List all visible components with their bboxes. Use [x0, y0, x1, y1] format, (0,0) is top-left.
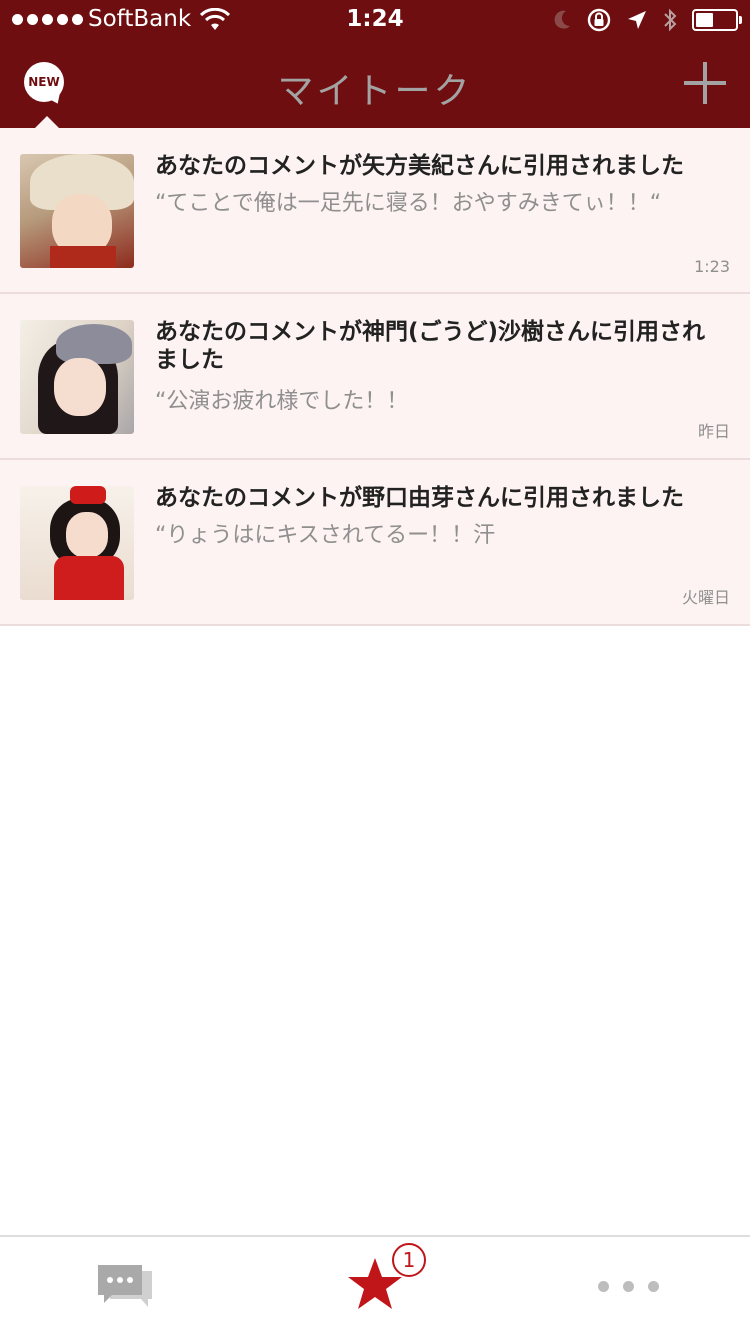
- notification-list: あなたのコメントが矢方美紀さんに引用されました “てことで俺は一足先に寝る！おや…: [0, 128, 750, 626]
- tab-more[interactable]: [500, 1237, 750, 1336]
- notification-quote: “りょうはにキスされてるー！！汗: [155, 523, 496, 548]
- battery-icon: [692, 9, 742, 31]
- bluetooth-icon: [664, 8, 677, 32]
- location-arrow-icon: [628, 11, 646, 29]
- list-item[interactable]: あなたのコメントが矢方美紀さんに引用されました “てことで俺は一足先に寝る！おや…: [0, 128, 750, 294]
- header: SoftBank 1:24 NEW マイトーク: [0, 0, 750, 129]
- chat-bubbles-icon: [98, 1265, 152, 1307]
- add-button[interactable]: [684, 62, 726, 104]
- tab-bar: 1: [0, 1235, 750, 1336]
- notification-title: あなたのコメントが矢方美紀さんに引用されました: [155, 153, 684, 179]
- rotation-lock-icon: [587, 8, 611, 32]
- notification-title: あなたのコメントが野口由芽さんに引用されました: [155, 485, 684, 511]
- more-dots-icon: [598, 1281, 659, 1292]
- page-title: マイトーク: [277, 71, 473, 112]
- moon-icon: [554, 10, 570, 29]
- notification-quote: “公演お疲れ様でした！！: [155, 389, 409, 414]
- notification-title: あなたのコメントが神門(ごうど)沙樹さんに引用されました: [155, 319, 706, 373]
- notification-time: 火曜日: [681, 588, 730, 607]
- list-item[interactable]: あなたのコメントが神門(ごうど)沙樹さんに引用されました “公演お疲れ様でした！…: [0, 294, 750, 460]
- status-bar: SoftBank 1:24: [0, 0, 750, 40]
- avatar: [20, 486, 134, 600]
- tab-mytalk[interactable]: 1: [250, 1237, 500, 1336]
- tab-talk[interactable]: [0, 1237, 250, 1336]
- notification-quote: “てことで俺は一足先に寝る！おやすみきてぃ！！“: [155, 191, 662, 216]
- list-item[interactable]: あなたのコメントが野口由芽さんに引用されました “りょうはにキスされてるー！！汗…: [0, 460, 750, 626]
- notification-count-badge: 1: [392, 1243, 426, 1277]
- avatar: [20, 154, 134, 268]
- avatar: [20, 320, 134, 434]
- notification-time: 1:23: [694, 257, 730, 276]
- notification-time: 昨日: [697, 422, 730, 441]
